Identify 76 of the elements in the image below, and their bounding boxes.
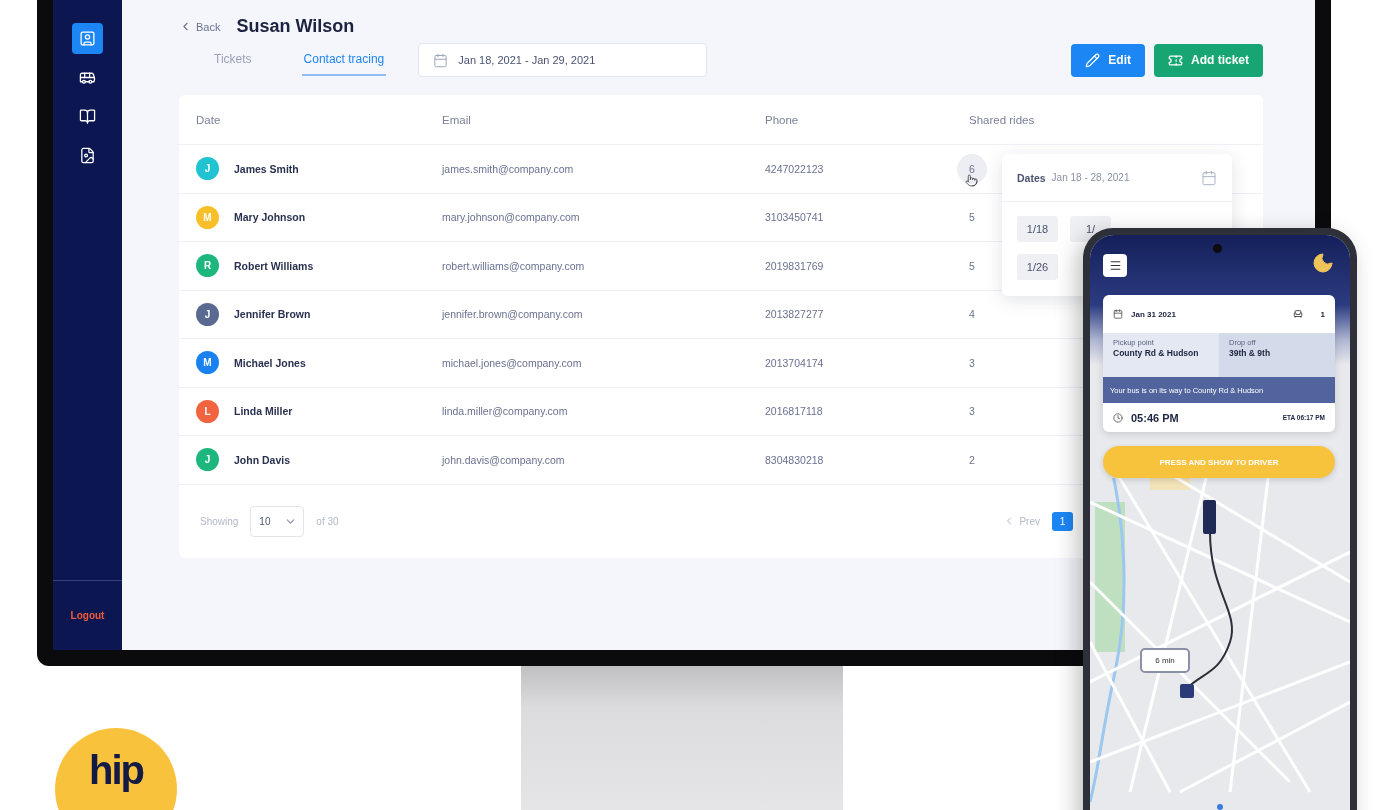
phone-cell-text: 2019831769 (765, 259, 825, 272)
column-header: Email (442, 113, 472, 126)
shared-rides-count[interactable]: 2 (957, 444, 987, 475)
eta-map-label: 6 min (1140, 648, 1190, 673)
calendar-icon (433, 52, 449, 68)
email-cell-text: john.davis@company.com (442, 453, 566, 466)
email-cell-text: michael.jones@company.com (442, 356, 583, 369)
showing-label: Showing (200, 515, 239, 527)
dates-range: Jan 18 - 28, 2021 (1051, 172, 1131, 183)
edit-button[interactable]: Edit (1071, 43, 1145, 77)
calendar-icon (1113, 309, 1123, 319)
email-cell-text: linda.miller@company.com (442, 405, 569, 418)
moon-icon (1311, 251, 1335, 275)
dropoff-value: 39th & 9th (1229, 349, 1272, 359)
avatar: J (196, 448, 219, 472)
pickup-value: County Rd & Hudson (1113, 349, 1200, 359)
phone-cell-text: 8304830218 (765, 453, 825, 466)
email-cell-text: james.smith@company.com (442, 162, 575, 175)
tab[interactable]: Contact tracing (301, 44, 387, 76)
avatar: L (196, 399, 219, 423)
ticket-icon (1168, 52, 1183, 68)
contact-name: John Davis (234, 453, 291, 466)
avatar: M (196, 351, 219, 375)
avatar: M (196, 205, 219, 229)
camera-dot (1213, 244, 1222, 253)
shared-rides-count[interactable]: 3 (957, 396, 987, 427)
avatar: J (196, 302, 219, 326)
page-button[interactable]: 1 (1052, 511, 1073, 531)
column-header: Date (196, 113, 222, 126)
contact-name: James Smith (234, 162, 299, 175)
user-icon (79, 30, 96, 47)
email-cell-text: jennifer.brown@company.com (442, 308, 584, 321)
shared-rides-count[interactable]: 6 (957, 153, 987, 184)
shared-rides-count[interactable]: 5 (957, 202, 987, 233)
avatar: R (196, 254, 219, 278)
back-link[interactable]: Back (179, 20, 221, 33)
contact-name: Linda Miller (234, 405, 293, 418)
email-cell-text: mary.johnson@company.com (442, 211, 581, 224)
contact-name: Mary Johnson (234, 211, 306, 224)
pointer-cursor-icon (965, 173, 978, 187)
page-title: Susan Wilson (236, 16, 355, 37)
calendar-icon (1201, 169, 1217, 186)
trip-date: Jan 31 2021 (1131, 309, 1176, 319)
page-size-select[interactable]: 10 (250, 505, 305, 537)
contact-name: Jennifer Brown (234, 308, 311, 321)
menu-icon (1108, 258, 1122, 272)
contact-name: Robert Williams (234, 259, 314, 272)
phone-cell-text: 2013704174 (765, 356, 825, 369)
seat-icon (1292, 309, 1303, 319)
shared-rides-count[interactable]: 3 (957, 347, 987, 378)
total-label: of 30 (316, 515, 339, 527)
dates-label: Dates (1017, 171, 1046, 184)
departure-time: 05:46 PM (1131, 411, 1180, 424)
contact-name: Michael Jones (234, 356, 306, 369)
logout-link[interactable]: Logout (70, 610, 105, 621)
phone-cell-text: 3103450741 (765, 211, 825, 224)
image-file-icon (79, 147, 96, 164)
date-range-field[interactable]: Jan 18, 2021 - Jan 29, 2021 (418, 43, 708, 77)
pencil-icon (1085, 52, 1101, 68)
date-chip[interactable]: 1/18 (1017, 216, 1058, 242)
seat-count: 1 (1320, 309, 1325, 319)
clock-icon (1113, 412, 1123, 423)
shared-rides-count[interactable]: 4 (957, 299, 987, 330)
column-header: Shared rides (969, 113, 1036, 126)
phone-cell-text: 2016817118 (765, 405, 824, 418)
email-cell-text: robert.williams@company.com (442, 259, 586, 272)
phone-cell-text: 2013827277 (765, 308, 825, 321)
logo-text: hip (89, 750, 143, 794)
shared-rides-count[interactable]: 5 (957, 250, 987, 281)
date-chip[interactable]: 1/26 (1017, 254, 1058, 280)
menu-button[interactable] (1103, 253, 1127, 277)
phone-cell-text: 4247022123 (765, 162, 825, 175)
column-header: Phone (765, 113, 800, 126)
book-icon (79, 108, 96, 125)
add-ticket-button[interactable]: Add ticket (1154, 43, 1263, 77)
avatar: J (196, 157, 219, 181)
